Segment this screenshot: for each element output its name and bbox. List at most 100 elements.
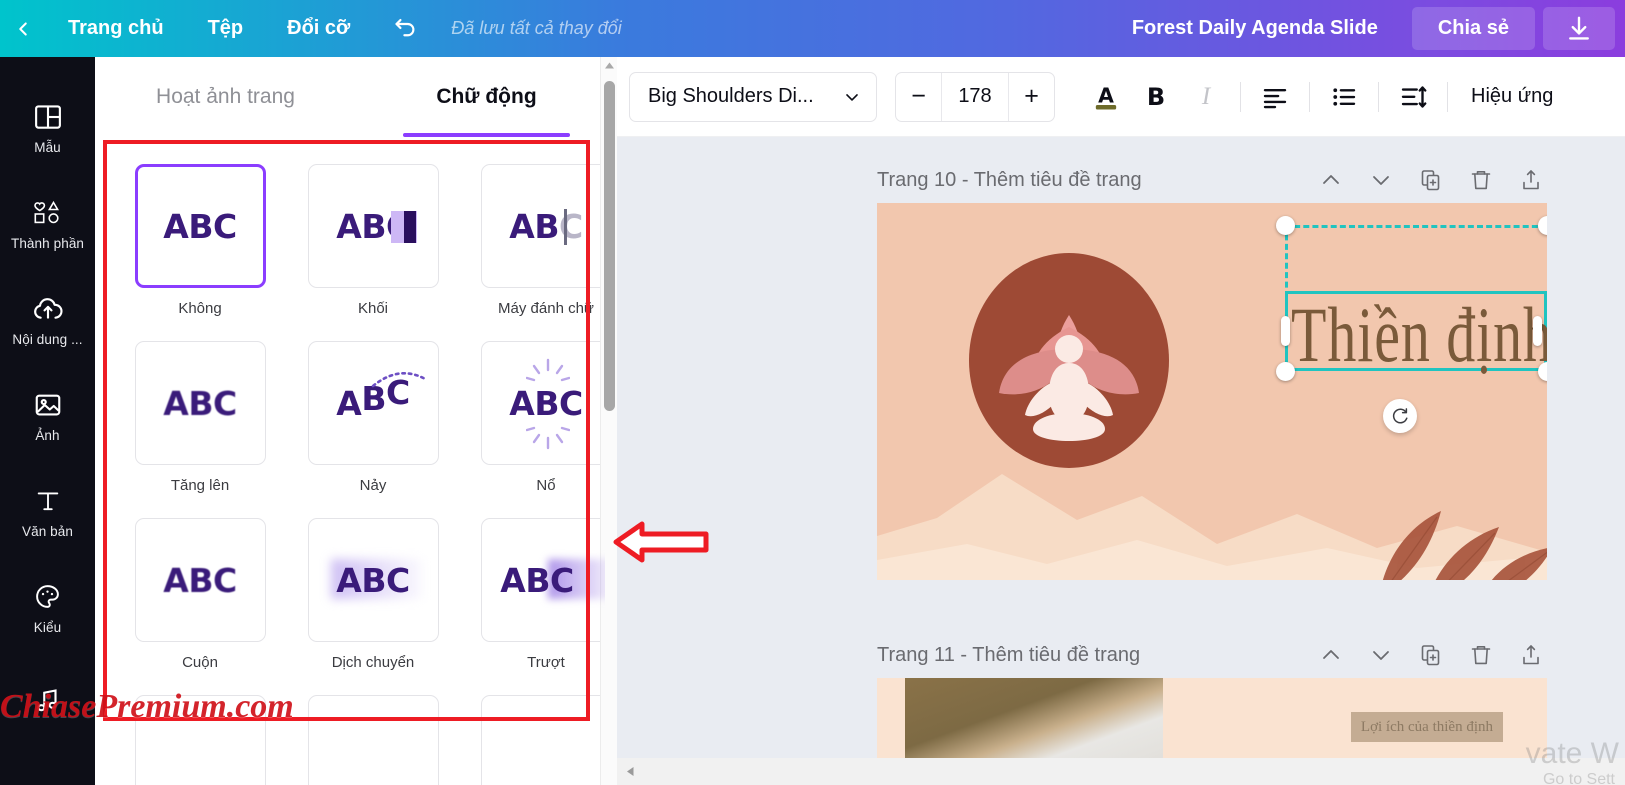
share-button[interactable]: Chia sẻ bbox=[1411, 7, 1535, 50]
tab-text-animation[interactable]: Chữ động bbox=[356, 57, 617, 137]
hscroll-left-arrow[interactable] bbox=[617, 758, 643, 785]
duplicate-page-button[interactable] bbox=[1419, 643, 1443, 667]
animation-option-ascend[interactable]: ABC Tăng lên bbox=[127, 341, 273, 518]
caret-left-icon bbox=[626, 767, 633, 776]
scroll-up-arrow[interactable] bbox=[603, 59, 616, 72]
delete-page-button[interactable] bbox=[1469, 643, 1493, 667]
font-size-input[interactable]: 178 bbox=[941, 72, 1009, 121]
page-header-11: Trang 11 - Thêm tiêu đề trang bbox=[877, 632, 1547, 678]
animation-preview-card[interactable]: ABC bbox=[134, 518, 266, 642]
font-family-select[interactable]: Big Shoulders Di... bbox=[629, 71, 877, 122]
chevron-up-icon bbox=[1323, 175, 1339, 184]
animation-option-partial[interactable] bbox=[473, 695, 605, 785]
animation-grid: ABC Không ABC Khối ABC Máy đánh chữ ABC … bbox=[105, 139, 605, 785]
sidebar-item-templates[interactable]: Mẫu bbox=[0, 79, 95, 175]
toolbar-divider bbox=[1309, 81, 1310, 112]
effects-button[interactable]: Hiệu ứng bbox=[1457, 72, 1567, 122]
animation-preview-card[interactable]: ABC bbox=[307, 518, 439, 642]
animation-option-typewriter[interactable]: ABC Máy đánh chữ bbox=[473, 164, 605, 341]
delete-page-button[interactable] bbox=[1469, 168, 1493, 192]
animation-sample-text: ABC bbox=[163, 206, 237, 246]
animation-preview-card[interactable]: ABC bbox=[307, 164, 439, 288]
animation-preview-card[interactable] bbox=[134, 695, 266, 785]
lock-page-button[interactable] bbox=[1519, 168, 1543, 192]
selection-handle-left-middle[interactable] bbox=[1281, 316, 1290, 346]
animation-label: Không bbox=[178, 300, 222, 317]
panel-tabs: Hoạt ảnh trang Chữ động bbox=[95, 57, 617, 137]
canvas-horizontal-scrollbar[interactable] bbox=[617, 758, 1625, 785]
font-color-button[interactable]: A bbox=[1081, 72, 1131, 122]
animation-option-block[interactable]: ABC Khối bbox=[300, 164, 446, 341]
sidebar-item-audio[interactable] bbox=[0, 655, 95, 751]
animation-option-slide[interactable]: ABC Trượt bbox=[473, 518, 605, 695]
panel-scroll-thumb[interactable] bbox=[604, 81, 615, 411]
os-activation-watermark-line2: Go to Sett bbox=[1542, 771, 1615, 785]
animation-preview-card[interactable]: ABC bbox=[307, 341, 439, 465]
slide-page-10[interactable]: Thiền định bbox=[877, 203, 1547, 580]
document-title[interactable]: Forest Daily Agenda Slide bbox=[1106, 0, 1404, 57]
animation-preview-card[interactable]: ABC bbox=[480, 341, 605, 465]
font-size-decrease-button[interactable]: − bbox=[896, 73, 941, 121]
tab-page-animation[interactable]: Hoạt ảnh trang bbox=[95, 57, 356, 137]
shapes-elements-icon bbox=[31, 196, 65, 230]
move-page-up-button[interactable] bbox=[1319, 643, 1343, 667]
animation-option-burst[interactable]: ABC Nổ bbox=[473, 341, 605, 518]
panel-vertical-scrollbar[interactable] bbox=[600, 57, 617, 785]
animation-preview-card[interactable]: ABC bbox=[134, 341, 266, 465]
animation-label: Dịch chuyển bbox=[331, 654, 415, 671]
sidebar-item-text[interactable]: Văn bản bbox=[0, 463, 95, 559]
top-header-bar: Trang chủ Tệp Đổi cỡ Đã lưu tất cả thay … bbox=[0, 0, 1625, 57]
annotation-left-arrow bbox=[612, 518, 710, 571]
menu-file[interactable]: Tệp bbox=[186, 0, 266, 57]
move-page-up-button[interactable] bbox=[1319, 168, 1343, 192]
menu-resize[interactable]: Đổi cỡ bbox=[265, 0, 372, 57]
animation-preview-card[interactable]: ABC bbox=[480, 164, 605, 288]
canvas-scroll-area[interactable]: Trang 10 - Thêm tiêu đề trang Thiền định… bbox=[617, 137, 1625, 785]
lock-page-button[interactable] bbox=[1519, 643, 1543, 667]
photo-image-icon bbox=[33, 388, 63, 422]
sidebar-item-styles[interactable]: Kiểu bbox=[0, 559, 95, 655]
animation-preview-card[interactable] bbox=[307, 695, 439, 785]
bold-button[interactable]: B bbox=[1131, 72, 1181, 122]
os-activation-watermark-line1: vate W bbox=[1525, 737, 1619, 770]
animation-option-roll[interactable]: ABC Cuộn bbox=[127, 518, 273, 695]
font-color-a-icon: A bbox=[1095, 83, 1117, 110]
music-note-icon bbox=[33, 683, 63, 717]
bulleted-list-button[interactable] bbox=[1319, 72, 1369, 122]
line-spacing-button[interactable] bbox=[1388, 72, 1438, 122]
animation-option-bounce[interactable]: ABC Nảy bbox=[300, 341, 446, 518]
animation-sample-text: ABC bbox=[163, 383, 237, 423]
sidebar-label-elements: Thành phần bbox=[10, 235, 85, 251]
animation-preview-card[interactable] bbox=[480, 695, 605, 785]
move-page-down-button[interactable] bbox=[1369, 643, 1393, 667]
animation-option-partial[interactable] bbox=[127, 695, 273, 785]
selection-handle-bottom-left[interactable] bbox=[1276, 362, 1295, 381]
font-size-group: − 178 + bbox=[895, 71, 1055, 122]
animation-option-partial[interactable] bbox=[300, 695, 446, 785]
italic-button[interactable]: I bbox=[1181, 72, 1231, 122]
palm-leaves-icon bbox=[1382, 511, 1547, 580]
sidebar-item-photos[interactable]: Ảnh bbox=[0, 367, 95, 463]
move-page-down-button[interactable] bbox=[1369, 168, 1393, 192]
selection-handle-right-middle[interactable] bbox=[1533, 316, 1542, 346]
svg-text:A: A bbox=[1098, 83, 1114, 107]
menu-home[interactable]: Trang chủ bbox=[46, 0, 186, 57]
selected-text-thien-dinh[interactable]: Thiền định bbox=[1291, 290, 1547, 381]
sidebar-item-uploads[interactable]: Nội dung ... bbox=[0, 271, 95, 367]
animation-label: Khối bbox=[357, 300, 389, 317]
rotate-handle[interactable] bbox=[1383, 399, 1417, 433]
animation-sample-text: ABC bbox=[336, 560, 410, 600]
text-align-button[interactable] bbox=[1250, 72, 1300, 122]
animation-preview-card[interactable]: ABC bbox=[134, 164, 266, 288]
download-button[interactable] bbox=[1543, 7, 1615, 50]
back-button[interactable] bbox=[0, 0, 46, 57]
font-size-increase-button[interactable]: + bbox=[1009, 73, 1054, 121]
animation-grid-scroll[interactable]: ABC Không ABC Khối ABC Máy đánh chữ ABC … bbox=[105, 139, 605, 785]
duplicate-page-button[interactable] bbox=[1419, 168, 1443, 192]
animation-option-none[interactable]: ABC Không bbox=[127, 164, 273, 341]
animation-option-shift[interactable]: ABC Dịch chuyển bbox=[300, 518, 446, 695]
selection-handle-top-left[interactable] bbox=[1276, 216, 1295, 235]
animation-preview-card[interactable]: ABC bbox=[480, 518, 605, 642]
undo-button[interactable] bbox=[372, 0, 439, 57]
sidebar-item-elements[interactable]: Thành phần bbox=[0, 175, 95, 271]
